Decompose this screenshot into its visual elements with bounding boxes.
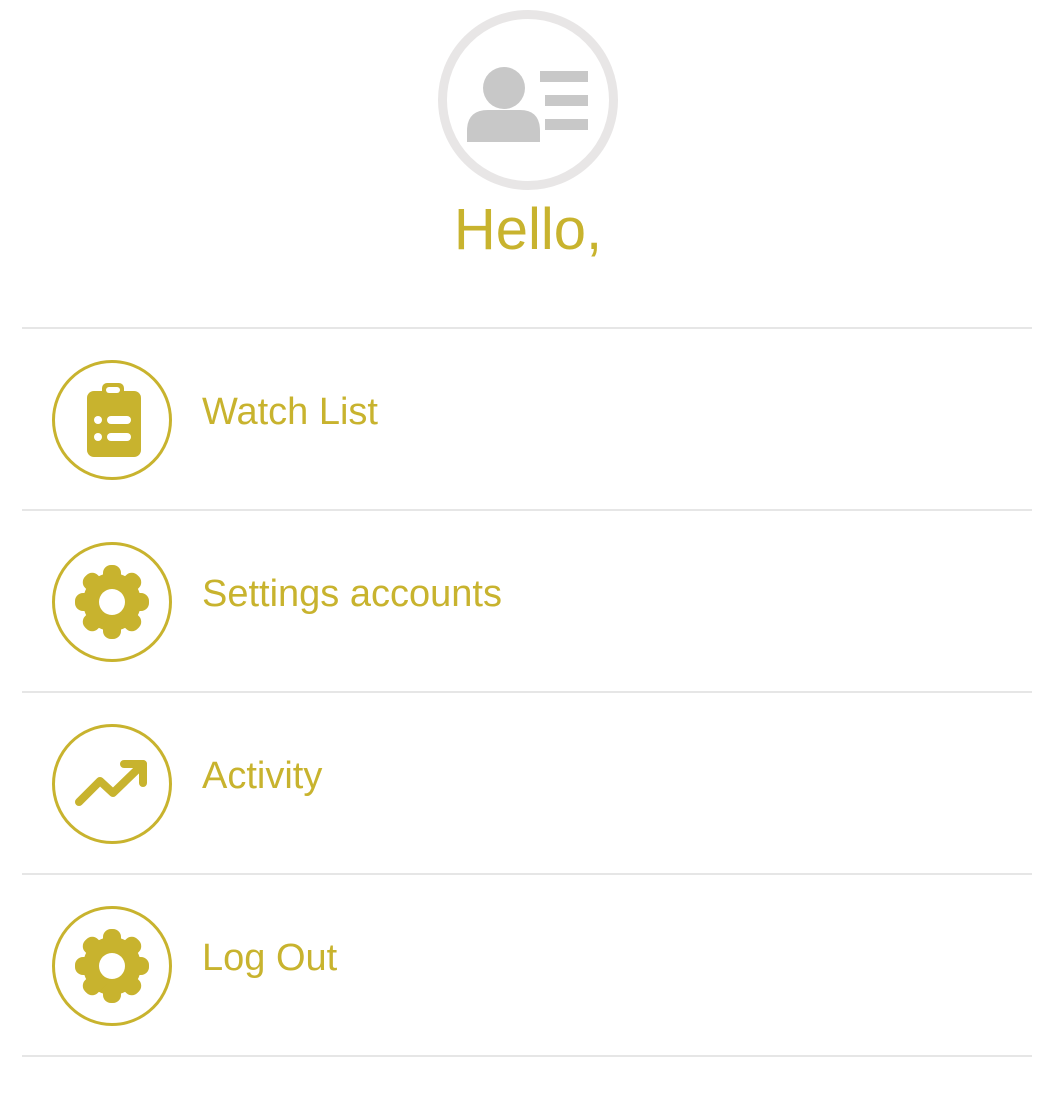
gear-icon — [52, 906, 172, 1026]
clipboard-list-icon — [52, 360, 172, 480]
menu-item-activity[interactable]: Activity — [22, 693, 1032, 875]
menu-item-log-out[interactable]: Log Out — [22, 875, 1032, 1057]
menu-item-label: Log Out — [202, 937, 338, 979]
trending-up-icon — [52, 724, 172, 844]
menu-item-settings-accounts[interactable]: Settings accounts — [22, 511, 1032, 693]
menu-item-label: Settings accounts — [202, 573, 502, 615]
greeting-text: Hello, — [453, 197, 603, 262]
profile-header: Hello, — [0, 0, 1056, 300]
avatar[interactable] — [438, 10, 618, 190]
menu-item-label: Watch List — [202, 391, 378, 433]
menu-item-watch-list[interactable]: Watch List — [22, 329, 1032, 511]
account-menu: Watch List Settings accounts Activity Lo… — [22, 327, 1032, 1057]
contact-card-icon — [467, 67, 588, 142]
gear-icon — [52, 542, 172, 662]
menu-item-label: Activity — [202, 755, 323, 797]
